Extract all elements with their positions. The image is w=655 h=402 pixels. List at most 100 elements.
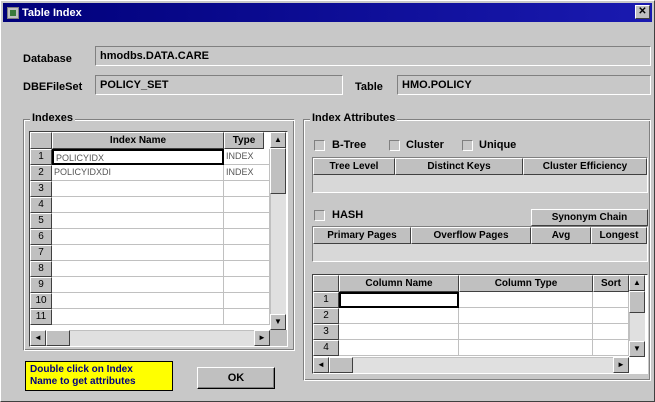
close-button[interactable]: ✕ [635, 5, 650, 19]
column-row-number[interactable]: 1 [313, 292, 339, 308]
column-name-cell[interactable] [339, 340, 459, 356]
scroll-down-icon[interactable]: ▼ [270, 314, 286, 330]
title-bar[interactable]: Table Index ✕ [3, 3, 652, 22]
column-scroll-up-icon[interactable]: ▲ [629, 275, 645, 291]
column-header-type[interactable]: Type [224, 132, 264, 149]
scroll-left-icon[interactable]: ◄ [30, 330, 46, 346]
column-type-cell[interactable] [459, 340, 593, 356]
index-type-cell[interactable]: INDEX [224, 149, 270, 165]
index-name-cell[interactable] [52, 245, 224, 261]
column-row-number[interactable]: 2 [313, 308, 339, 324]
index-name-cell[interactable] [52, 229, 224, 245]
column-name-cell[interactable] [339, 308, 459, 324]
sort-cell[interactable] [593, 308, 629, 324]
column-grid[interactable]: Column Name Column Type Sort 1234 ▲ ▼ ◄ … [312, 274, 648, 374]
btree-stats-table: Tree Level Distinct Keys Cluster Efficie… [312, 157, 648, 193]
hash-label: HASH [332, 209, 364, 221]
index-name-cell[interactable]: POLICYIDXDI [52, 165, 224, 181]
hscroll-thumb[interactable] [46, 330, 70, 346]
longest-header: Longest [591, 227, 647, 244]
database-label: Database [23, 53, 72, 65]
hint-line-1: Double click on Index [30, 364, 133, 375]
index-type-cell[interactable] [224, 277, 270, 293]
column-header-column-name[interactable]: Column Name [339, 275, 459, 292]
table-label: Table [355, 81, 383, 93]
column-type-cell[interactable] [459, 292, 593, 308]
column-header-index-name[interactable]: Index Name [52, 132, 224, 149]
index-type-cell[interactable] [224, 197, 270, 213]
unique-checkbox[interactable] [462, 140, 473, 151]
column-grid-vertical-scrollbar[interactable]: ▲ ▼ [629, 275, 645, 357]
index-name-cell[interactable] [52, 181, 224, 197]
system-menu-icon[interactable] [7, 6, 19, 19]
row-number[interactable]: 9 [30, 277, 52, 293]
indexes-vertical-scrollbar[interactable]: ▲ ▼ [270, 132, 286, 330]
column-row-number[interactable]: 4 [313, 340, 339, 356]
row-number[interactable]: 3 [30, 181, 52, 197]
unique-label: Unique [479, 139, 517, 151]
row-number[interactable]: 5 [30, 213, 52, 229]
primary-pages-header: Primary Pages [313, 227, 411, 244]
scroll-up-icon[interactable]: ▲ [270, 132, 286, 148]
column-row-number[interactable]: 3 [313, 324, 339, 340]
column-scroll-down-icon[interactable]: ▼ [629, 341, 645, 357]
column-scroll-right-icon[interactable]: ► [613, 357, 629, 373]
row-number[interactable]: 2 [30, 165, 52, 181]
table-field: HMO.POLICY [397, 75, 651, 95]
hash-checkbox[interactable] [314, 210, 325, 221]
scroll-right-icon[interactable]: ► [254, 330, 270, 346]
indexes-horizontal-scrollbar[interactable]: ◄ ► [30, 330, 270, 346]
column-grid-corner [313, 275, 339, 292]
index-type-cell[interactable] [224, 293, 270, 309]
sort-cell[interactable] [593, 340, 629, 356]
row-number[interactable]: 7 [30, 245, 52, 261]
index-name-cell[interactable] [52, 261, 224, 277]
grid-corner [30, 132, 52, 149]
column-name-cell[interactable] [339, 292, 459, 308]
row-number[interactable]: 6 [30, 229, 52, 245]
hash-stats-table: Primary Pages Overflow Pages Avg Longest [312, 226, 648, 262]
column-hscroll-thumb[interactable] [329, 357, 353, 373]
index-type-cell[interactable] [224, 213, 270, 229]
scroll-thumb[interactable] [270, 148, 286, 194]
table-index-window: Table Index ✕ Database hmodbs.DATA.CARE … [0, 0, 655, 402]
column-type-cell[interactable] [459, 308, 593, 324]
sort-cell[interactable] [593, 292, 629, 308]
index-name-cell[interactable] [52, 197, 224, 213]
index-name-cell[interactable] [52, 309, 224, 325]
synonym-chain-header: Synonym Chain [531, 209, 648, 226]
cluster-efficiency-header: Cluster Efficiency [523, 158, 647, 175]
btree-label: B-Tree [332, 139, 367, 151]
column-type-cell[interactable] [459, 324, 593, 340]
row-number[interactable]: 4 [30, 197, 52, 213]
row-number[interactable]: 11 [30, 309, 52, 325]
row-number[interactable]: 10 [30, 293, 52, 309]
index-name-cell[interactable] [52, 213, 224, 229]
cluster-checkbox[interactable] [389, 140, 400, 151]
column-grid-horizontal-scrollbar[interactable]: ◄ ► [313, 357, 629, 373]
row-number[interactable]: 8 [30, 261, 52, 277]
index-name-cell[interactable] [52, 277, 224, 293]
index-type-cell[interactable] [224, 309, 270, 325]
overflow-pages-header: Overflow Pages [411, 227, 531, 244]
column-name-cell[interactable] [339, 324, 459, 340]
index-type-cell[interactable] [224, 229, 270, 245]
index-type-cell[interactable]: INDEX [224, 165, 270, 181]
column-header-sort[interactable]: Sort [593, 275, 629, 292]
btree-checkbox[interactable] [314, 140, 325, 151]
sort-cell[interactable] [593, 324, 629, 340]
index-attributes-title: Index Attributes [310, 112, 398, 124]
column-scroll-thumb[interactable] [629, 291, 645, 313]
index-type-cell[interactable] [224, 261, 270, 277]
ok-button[interactable]: OK [197, 367, 275, 389]
row-number[interactable]: 1 [30, 149, 52, 165]
index-type-cell[interactable] [224, 181, 270, 197]
index-name-cell[interactable] [52, 293, 224, 309]
indexes-grid[interactable]: Index Name Type 1 POLICYIDX INDEX 2 POLICYID… [29, 131, 288, 347]
column-header-column-type[interactable]: Column Type [459, 275, 593, 292]
distinct-keys-header: Distinct Keys [395, 158, 523, 175]
index-type-cell[interactable] [224, 245, 270, 261]
database-field: hmodbs.DATA.CARE [95, 46, 651, 66]
column-scroll-left-icon[interactable]: ◄ [313, 357, 329, 373]
index-name-cell[interactable]: POLICYIDX [52, 149, 224, 165]
